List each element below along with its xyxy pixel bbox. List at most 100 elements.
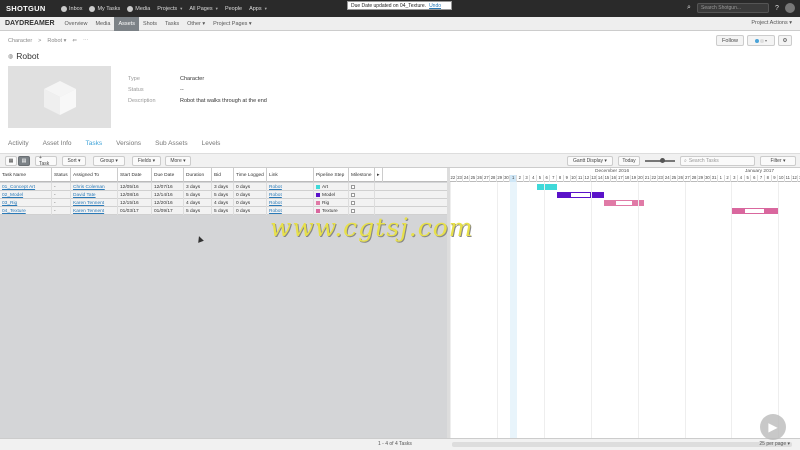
column-header[interactable]: ▸ — [375, 168, 383, 182]
cell-name[interactable]: 01_Concept Art — [0, 183, 52, 191]
search-tasks-input[interactable]: ⌕ Search Tasks — [680, 156, 755, 166]
global-search-input[interactable]: Search Shotgun... — [697, 3, 769, 13]
nav-item-5[interactable]: People — [225, 6, 242, 12]
add-task-button[interactable]: + Task — [35, 155, 57, 167]
gantt-day-label: 24 — [664, 175, 672, 182]
gantt-scrollbar[interactable] — [452, 442, 792, 447]
user-avatar[interactable] — [785, 3, 795, 13]
milestone-checkbox[interactable] — [351, 185, 355, 189]
description-value[interactable]: Robot that walks through at the end — [180, 98, 267, 104]
asset-thumbnail[interactable] — [8, 66, 111, 128]
gantt-bar[interactable] — [731, 208, 779, 214]
cell-name[interactable]: 03_Rig — [0, 199, 52, 207]
cell-start: 12/08/16 — [118, 191, 152, 199]
status-dots-button[interactable]: ▾ — [747, 35, 775, 46]
milestone-checkbox[interactable] — [351, 201, 355, 205]
tab-2[interactable]: Tasks — [86, 140, 103, 147]
tab-1[interactable]: Asset Info — [43, 140, 72, 147]
project-tab-4[interactable]: Tasks — [161, 17, 183, 31]
cell-start: 12/05/16 — [118, 183, 152, 191]
group-button[interactable]: Group ▾ — [93, 156, 125, 166]
project-tab-2[interactable]: Assets — [114, 16, 139, 31]
column-header[interactable]: Milestone — [349, 168, 375, 182]
nav-item-2[interactable]: Media — [127, 5, 150, 12]
task-grid: Task Name Status Assigned To Start Date Due … — [0, 168, 447, 438]
cell-milestone[interactable] — [349, 183, 375, 191]
table-row[interactable]: 01_Concept Art - Chris Coleman 12/05/16 12/0… — [0, 183, 447, 191]
nav-item-0[interactable]: Inbox — [61, 5, 82, 12]
project-name[interactable]: DAYDREAMER — [5, 20, 55, 27]
project-tab-5[interactable]: Other ▾ — [183, 17, 209, 31]
gantt-day-label: 4 — [738, 175, 745, 182]
column-header[interactable]: Status — [52, 168, 71, 182]
tab-5[interactable]: Levels — [202, 140, 221, 147]
column-header[interactable]: Start Date — [118, 168, 152, 182]
cell-assigned[interactable]: David Tate — [71, 191, 118, 199]
cell-name[interactable]: 04_Texture — [0, 207, 52, 215]
cell-assigned[interactable]: Karen Tennent — [71, 199, 118, 207]
project-tab-1[interactable]: Media — [91, 17, 114, 31]
tab-4[interactable]: Sub Assets — [155, 140, 188, 147]
type-value[interactable]: Character — [180, 76, 204, 82]
column-header[interactable]: Time Logged — [234, 168, 267, 182]
project-actions-menu[interactable]: Project Actions ▾ — [751, 20, 792, 26]
table-row[interactable]: 03_Rig - Karen Tennent 12/15/16 12/20/16 4 da… — [0, 199, 447, 207]
settings-icon[interactable]: ⚙ — [778, 35, 792, 46]
column-header[interactable]: Duration — [184, 168, 212, 182]
sort-button[interactable]: Sort ▾ — [62, 156, 86, 166]
grid-view-icon[interactable]: ▦ — [5, 156, 17, 166]
back-icon[interactable]: ⇐ — [72, 38, 77, 44]
cell-name[interactable]: 02_Model — [0, 191, 52, 199]
undo-link[interactable]: Undo — [429, 3, 441, 9]
breadcrumb-type[interactable]: Character — [8, 38, 32, 44]
play-icon[interactable]: ▶ — [760, 414, 786, 440]
column-header[interactable]: Link — [267, 168, 314, 182]
gantt-gridline — [778, 182, 780, 438]
nav-item-4[interactable]: All Pages ▾ — [189, 6, 218, 12]
status-value[interactable]: -- — [180, 87, 184, 93]
cell-assigned[interactable]: Karen Tennent — [71, 207, 118, 215]
column-header[interactable]: Task Name — [0, 168, 52, 182]
filter-button[interactable]: Filter ▾ — [760, 156, 796, 166]
cell-milestone[interactable] — [349, 199, 375, 207]
table-row[interactable]: 02_Model - David Tate 12/08/16 12/14/16 5 day… — [0, 191, 447, 199]
more-icon[interactable]: ⋯ — [83, 38, 89, 44]
cell-link[interactable]: Robot — [267, 199, 314, 207]
cell-link[interactable]: Robot — [267, 191, 314, 199]
search-icon[interactable]: ⌕ — [685, 4, 693, 12]
follow-button[interactable]: Follow — [716, 35, 744, 46]
project-tab-6[interactable]: Project Pages ▾ — [209, 17, 256, 31]
gantt-day-label: 26 — [477, 175, 484, 182]
nav-item-3[interactable]: Projects ▾ — [157, 6, 182, 12]
per-page-select[interactable]: 25 per page ▾ — [759, 441, 790, 447]
gantt-display-button[interactable]: Gantt Display ▾ — [567, 156, 613, 166]
cell-link[interactable]: Robot — [267, 183, 314, 191]
cell-milestone[interactable] — [349, 191, 375, 199]
help-icon[interactable]: ? — [773, 4, 781, 12]
gantt-view-icon[interactable]: ▤ — [18, 156, 30, 166]
project-tab-3[interactable]: Shots — [139, 17, 161, 31]
breadcrumb-item[interactable]: Robot ▾ — [47, 38, 66, 44]
milestone-checkbox[interactable] — [351, 193, 355, 197]
project-tab-0[interactable]: Overview — [61, 17, 92, 31]
gantt-bar[interactable] — [557, 192, 605, 198]
cell-text: 02_Model — [2, 192, 24, 198]
zoom-slider-handle[interactable] — [660, 158, 665, 163]
more-button[interactable]: More ▾ — [165, 156, 191, 166]
nav-item-1[interactable]: My Tasks — [89, 5, 120, 12]
step-color-swatch — [316, 185, 320, 189]
shotgun-logo[interactable]: SHOTGUN — [6, 4, 61, 13]
column-header[interactable]: Pipeline Step — [314, 168, 349, 182]
gantt-bar[interactable] — [537, 184, 558, 190]
column-header[interactable]: Assigned To — [71, 168, 118, 182]
today-button[interactable]: Today — [618, 156, 640, 166]
cell-text: 12/07/16 — [154, 184, 173, 190]
nav-item-6[interactable]: Apps ▾ — [249, 6, 267, 12]
column-header[interactable]: Bid — [212, 168, 234, 182]
tab-0[interactable]: Activity — [8, 140, 29, 147]
gantt-day-label: 10 — [571, 175, 578, 182]
cell-assigned[interactable]: Chris Coleman — [71, 183, 118, 191]
tab-3[interactable]: Versions — [116, 140, 141, 147]
column-header[interactable]: Due Date — [152, 168, 184, 182]
fields-button[interactable]: Fields ▾ — [132, 156, 161, 166]
